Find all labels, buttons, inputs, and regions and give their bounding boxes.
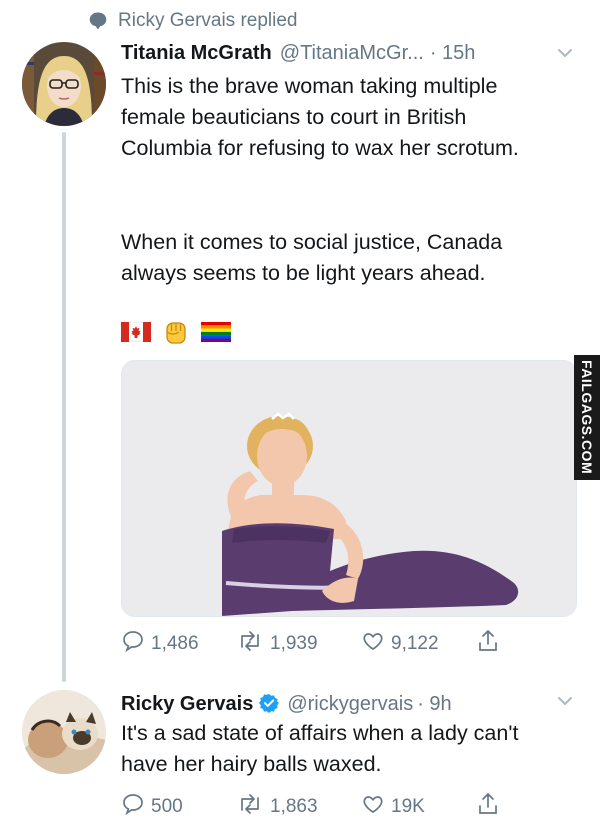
photo-woman-purple-gown-icon	[122, 361, 576, 616]
emoji-row	[120, 317, 231, 352]
avatar-ricky[interactable]	[22, 690, 106, 774]
retweet-count: 1,863	[270, 796, 318, 817]
tweet1-paragraph2: When it comes to social justice, Canada …	[121, 230, 503, 285]
chevron-down-icon[interactable]	[556, 44, 574, 67]
tweet-time[interactable]: · 9h	[417, 693, 451, 716]
share-icon	[476, 791, 500, 823]
tweet2-text: It's a sad state of affairs when a lady …	[121, 721, 519, 776]
retweet-count: 1,939	[270, 633, 318, 654]
reply-count: 500	[151, 796, 183, 817]
reply-context-label: Ricky Gervais replied	[118, 10, 298, 31]
share-button[interactable]	[476, 628, 500, 660]
verified-badge-icon	[259, 693, 280, 719]
speech-bubble-icon	[88, 11, 108, 31]
avatar-titania[interactable]	[22, 42, 106, 126]
author-name[interactable]: Titania McGrath	[121, 42, 272, 65]
author-handle[interactable]: @TitaniaMcGr...	[280, 42, 424, 65]
chevron-down-icon[interactable]	[556, 692, 574, 715]
reply-button[interactable]: 500	[121, 792, 236, 822]
retweet-icon	[236, 629, 264, 659]
share-button[interactable]	[476, 791, 500, 823]
reply-context: Ricky Gervais replied	[88, 10, 298, 32]
retweet-button[interactable]: 1,939	[236, 629, 361, 659]
watermark: FAILGAGS.COM	[574, 355, 600, 480]
like-button[interactable]: 9,122	[361, 629, 476, 659]
reply-icon	[121, 792, 145, 822]
retweet-icon	[236, 792, 264, 822]
tweet-time[interactable]: · 15h	[430, 42, 476, 65]
canadian-flag-icon	[120, 321, 152, 347]
reply-count: 1,486	[151, 633, 199, 654]
tweet1-header: Titania McGrath @TitaniaMcGr... · 15h	[121, 42, 581, 65]
like-button[interactable]: 19K	[361, 792, 476, 822]
heart-icon	[361, 629, 385, 659]
tweet2-actions: 500 1,863 19K	[121, 791, 521, 823]
tweet1-paragraph1: This is the brave woman taking multiple …	[121, 74, 519, 160]
author-handle[interactable]: @rickygervais	[287, 693, 413, 716]
rainbow-flag-icon	[201, 322, 231, 347]
like-count: 19K	[391, 796, 425, 817]
author-name[interactable]: Ricky Gervais	[121, 693, 253, 716]
like-count: 9,122	[391, 633, 439, 654]
tweet1-actions: 1,486 1,939 9,122	[121, 628, 521, 660]
thread-line	[62, 132, 66, 682]
retweet-button[interactable]: 1,863	[236, 792, 361, 822]
reply-button[interactable]: 1,486	[121, 629, 236, 659]
tweet2-header: Ricky Gervais @rickygervais · 9h	[121, 690, 561, 716]
heart-icon	[361, 792, 385, 822]
raised-fist-icon	[161, 317, 191, 352]
share-icon	[476, 628, 500, 660]
tweet1-photo[interactable]	[121, 360, 577, 617]
reply-icon	[121, 629, 145, 659]
